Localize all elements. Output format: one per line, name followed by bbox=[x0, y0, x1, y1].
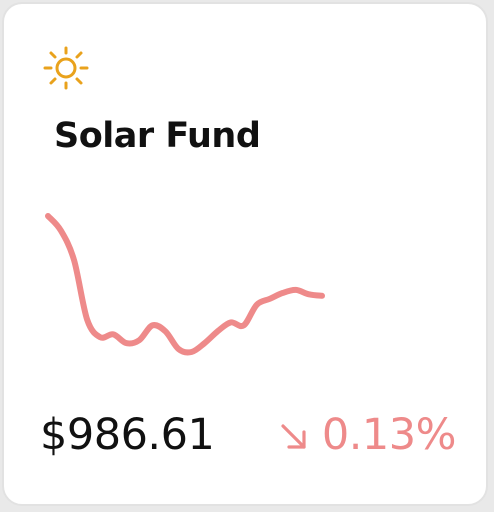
sparkline-line bbox=[45, 213, 325, 356]
price-sparkline bbox=[45, 213, 325, 356]
price-change-value: 0.13% bbox=[321, 410, 457, 460]
sun-icon bbox=[43, 46, 89, 90]
fund-card[interactable]: Solar Fund $986.61 0.13% bbox=[2, 2, 488, 506]
fund-price: $986.61 bbox=[40, 410, 215, 460]
arrow-down-right-icon bbox=[281, 424, 306, 449]
fund-name: Solar Fund bbox=[54, 116, 261, 156]
price-change: 0.13% bbox=[278, 410, 457, 460]
